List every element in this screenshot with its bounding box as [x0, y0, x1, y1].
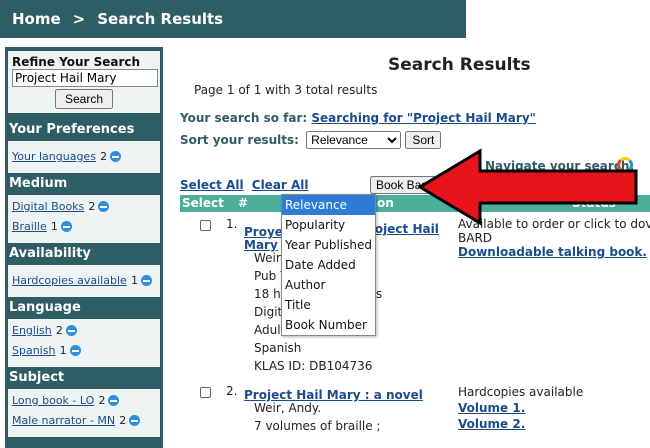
volume-link[interactable]: Volume 1. [458, 401, 525, 415]
sidebar: Refine Your Search Search Your Preferenc… [5, 47, 163, 448]
sidebar-item-count: 2 [119, 414, 127, 427]
remove-filter-icon[interactable] [69, 345, 81, 356]
sort-option-author[interactable]: Author [282, 275, 375, 295]
result-language: Spanish [254, 341, 302, 355]
sort-select[interactable]: Relevance [306, 131, 402, 149]
volume-link[interactable]: Volume 2. [458, 417, 525, 431]
sort-option-book-number[interactable]: Book Number [282, 315, 375, 335]
red-arrow-annotation [418, 148, 638, 226]
select-all-link[interactable]: Select All [180, 178, 244, 192]
remove-filter-icon[interactable] [129, 415, 141, 426]
breadcrumb-separator: > [72, 10, 86, 28]
result-meta: Weir, Andy. 7 volumes of braille ; [254, 399, 381, 435]
sidebar-item-spanish[interactable]: Spanish [12, 344, 55, 357]
sort-option-year-published[interactable]: Year Published [282, 235, 375, 255]
sidebar-item-hardcopies[interactable]: Hardcopies available [12, 274, 127, 287]
breadcrumb-home[interactable]: Home [12, 10, 61, 28]
sidebar-item-long-book[interactable]: Long book - LO [12, 394, 94, 407]
sidebar-box-availability: Hardcopies available 1 [8, 265, 160, 297]
result-format: 7 volumes of braille ; [254, 419, 381, 433]
breadcrumb: Home > Search Results [0, 0, 466, 38]
sidebar-item-count: 2 [100, 150, 108, 163]
sidebar-item-your-languages[interactable]: Your languages [12, 150, 96, 163]
remove-filter-icon[interactable] [65, 325, 77, 336]
sidebar-item-count: 1 [50, 220, 58, 233]
column-number: # [238, 196, 249, 210]
page-title: Search Results [388, 55, 531, 75]
search-so-far: Your search so far: Searching for "Proje… [180, 111, 536, 125]
sidebar-item-count: 2 [88, 200, 96, 213]
result-number: 1. [226, 217, 238, 231]
sidebar-heading-preferences: Your Preferences [9, 122, 135, 137]
remove-filter-icon[interactable] [108, 395, 120, 406]
sidebar-heading-availability: Availability [9, 246, 91, 261]
sidebar-item-count: 1 [59, 344, 67, 357]
clear-all-link[interactable]: Clear All [252, 178, 309, 192]
select-checkbox[interactable] [200, 220, 211, 231]
remove-filter-icon[interactable] [98, 201, 110, 212]
table-row: 1. Proyec roject Hail Mary Weir, Pub Y 1… [180, 215, 650, 373]
breadcrumb-current: Search Results [97, 10, 224, 28]
sort-dropdown-list: Relevance Popularity Year Published Date… [281, 194, 376, 336]
sidebar-item-english[interactable]: English [12, 324, 52, 337]
download-link[interactable]: Downloadable talking book. [458, 245, 647, 259]
sidebar-item-count: 2 [55, 324, 63, 337]
select-checkbox[interactable] [200, 387, 211, 398]
status-text: Hardcopies available [458, 385, 584, 399]
result-klas-id: KLAS ID: DB104736 [254, 359, 373, 373]
sidebar-item-braille[interactable]: Braille [12, 220, 47, 233]
sidebar-item-digital-books[interactable]: Digital Books [12, 200, 84, 213]
sort-row: Sort your results: Relevance Sort [180, 131, 442, 149]
column-description: on [377, 196, 394, 210]
sort-label: Sort your results: [180, 133, 299, 147]
sidebar-item-count: 2 [98, 394, 106, 407]
sidebar-box-language: English 2 Spanish 1 [8, 319, 160, 367]
sidebar-item-count: 1 [130, 274, 138, 287]
search-so-far-label: Your search so far: [180, 111, 308, 125]
select-row: Select All Clear All Book Basket [180, 176, 450, 194]
refine-search-input[interactable] [12, 69, 158, 87]
result-status: Hardcopies available Volume 1. Volume 2. [458, 384, 583, 432]
arrow-shape [418, 148, 638, 226]
page-info: Page 1 of 1 with 3 total results [194, 83, 378, 97]
sidebar-box-preferences: Your languages 2 [8, 141, 160, 173]
main-content: Search Results Page 1 of 1 with 3 total … [180, 47, 650, 448]
table-row: 2. Project Hail Mary : a novel Weir, And… [180, 382, 650, 448]
search-so-far-link[interactable]: Searching for "Project Hail Mary" [311, 111, 536, 125]
sidebar-box-subject: Long book - LO 2 Male narrator - MN 2 [8, 389, 160, 437]
sidebar-heading-subject: Subject [9, 370, 65, 385]
sort-option-title[interactable]: Title [282, 295, 375, 315]
sidebar-box-medium: Digital Books 2 Braille 1 [8, 195, 160, 243]
remove-filter-icon[interactable] [140, 275, 152, 286]
result-author: Weir, Andy. [254, 401, 322, 415]
result-number: 2. [226, 384, 238, 398]
refine-search-button[interactable]: Search [54, 89, 114, 109]
sort-option-date-added[interactable]: Date Added [282, 255, 375, 275]
refine-box: Refine Your Search Search [8, 51, 160, 113]
sort-option-popularity[interactable]: Popularity [282, 215, 375, 235]
refine-title: Refine Your Search [12, 55, 141, 69]
sidebar-heading-language: Language [9, 300, 81, 315]
remove-filter-icon[interactable] [60, 221, 72, 232]
sidebar-item-male-narrator[interactable]: Male narrator - MN [12, 414, 115, 427]
column-select: Select [182, 196, 224, 210]
remove-filter-icon[interactable] [110, 151, 122, 162]
sort-option-relevance[interactable]: Relevance [282, 195, 375, 215]
sidebar-heading-medium: Medium [9, 176, 68, 191]
status-text: BARD [458, 231, 493, 245]
